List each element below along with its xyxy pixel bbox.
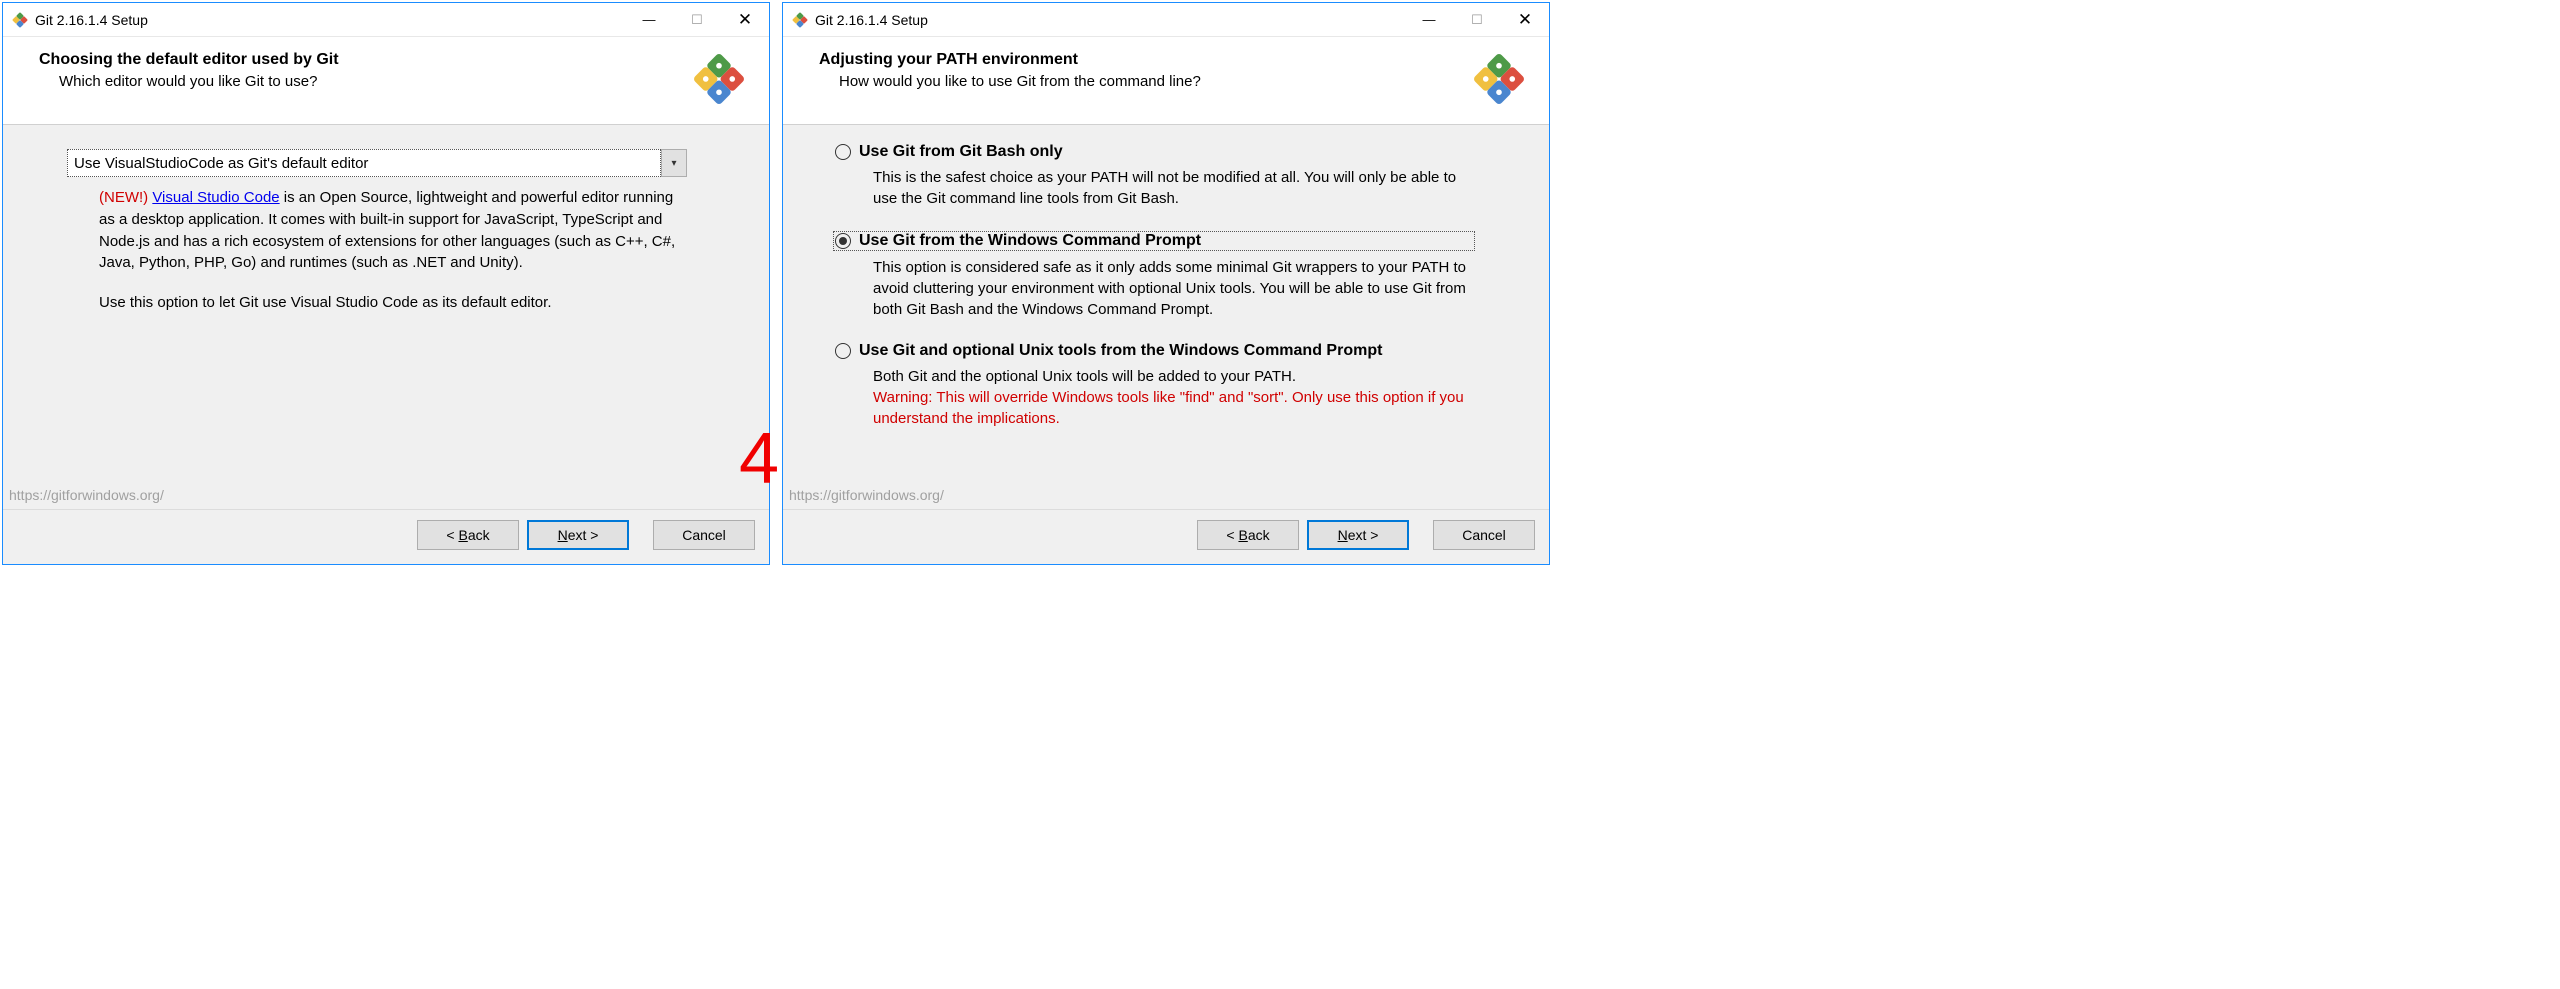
content-area: Use Git from Git Bash only This is the s… <box>783 125 1549 485</box>
window-title: Git 2.16.1.4 Setup <box>35 12 625 28</box>
next-button[interactable]: Next > <box>527 520 629 550</box>
git-app-icon <box>11 11 29 29</box>
maximize-button: ☐ <box>673 3 721 36</box>
maximize-button: ☐ <box>1453 3 1501 36</box>
radio-icon[interactable] <box>835 233 851 249</box>
dialog-step-4: Git 2.16.1.4 Setup — ☐ ✕ Adjusting your … <box>782 2 1550 565</box>
new-tag: (NEW!) <box>99 189 148 206</box>
content-area: Use VisualStudioCode as Git's default ed… <box>3 125 769 485</box>
radio-label: Use Git from Git Bash only <box>859 143 1063 161</box>
footer-url[interactable]: https://gitforwindows.org/ <box>3 485 769 509</box>
radio-option-unix-tools[interactable]: Use Git and optional Unix tools from the… <box>835 342 1475 429</box>
footer-url[interactable]: https://gitforwindows.org/ <box>783 485 1549 509</box>
warning-text: Warning: This will override Windows tool… <box>873 389 1464 427</box>
close-button[interactable]: ✕ <box>1501 3 1549 36</box>
chevron-down-icon[interactable]: ▾ <box>661 149 687 177</box>
cancel-button[interactable]: Cancel <box>653 520 755 550</box>
combobox-value[interactable]: Use VisualStudioCode as Git's default ed… <box>67 149 661 177</box>
page-title: Adjusting your PATH environment <box>819 51 1469 69</box>
git-logo-icon <box>1469 49 1529 109</box>
radio-description: Both Git and the optional Unix tools wil… <box>835 366 1475 429</box>
radio-label: Use Git and optional Unix tools from the… <box>859 342 1382 360</box>
dialog-step-3: Git 2.16.1.4 Setup — ☐ ✕ Choosing the de… <box>2 2 770 565</box>
vscode-link[interactable]: Visual Studio Code <box>152 189 279 206</box>
radio-icon[interactable] <box>835 144 851 160</box>
button-row: < Back Next > Cancel <box>783 509 1549 564</box>
git-logo-icon <box>689 49 749 109</box>
close-button[interactable]: ✕ <box>721 3 769 36</box>
radio-description: This option is considered safe as it onl… <box>835 257 1475 320</box>
minimize-button[interactable]: — <box>625 3 673 36</box>
header: Adjusting your PATH environment How woul… <box>783 37 1549 125</box>
header: Choosing the default editor used by Git … <box>3 37 769 125</box>
titlebar[interactable]: Git 2.16.1.4 Setup — ☐ ✕ <box>3 3 769 37</box>
editor-description: (NEW!) Visual Studio Code is an Open Sou… <box>67 187 687 314</box>
page-title: Choosing the default editor used by Git <box>39 51 689 69</box>
cancel-button[interactable]: Cancel <box>1433 520 1535 550</box>
page-subtitle: How would you like to use Git from the c… <box>819 73 1469 90</box>
minimize-button[interactable]: — <box>1405 3 1453 36</box>
back-button[interactable]: < Back <box>1197 520 1299 550</box>
radio-label: Use Git from the Windows Command Prompt <box>859 232 1201 250</box>
git-app-icon <box>791 11 809 29</box>
radio-description: This is the safest choice as your PATH w… <box>835 167 1475 209</box>
step-number-overlay: 4 <box>739 423 779 495</box>
window-title: Git 2.16.1.4 Setup <box>815 12 1405 28</box>
radio-option-cmd-prompt[interactable]: Use Git from the Windows Command Prompt … <box>835 231 1475 320</box>
next-button[interactable]: Next > <box>1307 520 1409 550</box>
page-subtitle: Which editor would you like Git to use? <box>39 73 689 90</box>
titlebar[interactable]: Git 2.16.1.4 Setup — ☐ ✕ <box>783 3 1549 37</box>
editor-combobox[interactable]: Use VisualStudioCode as Git's default ed… <box>67 149 687 177</box>
back-button[interactable]: < Back <box>417 520 519 550</box>
radio-option-bash-only[interactable]: Use Git from Git Bash only This is the s… <box>835 143 1475 209</box>
button-row: < Back Next > Cancel <box>3 509 769 564</box>
radio-icon[interactable] <box>835 343 851 359</box>
